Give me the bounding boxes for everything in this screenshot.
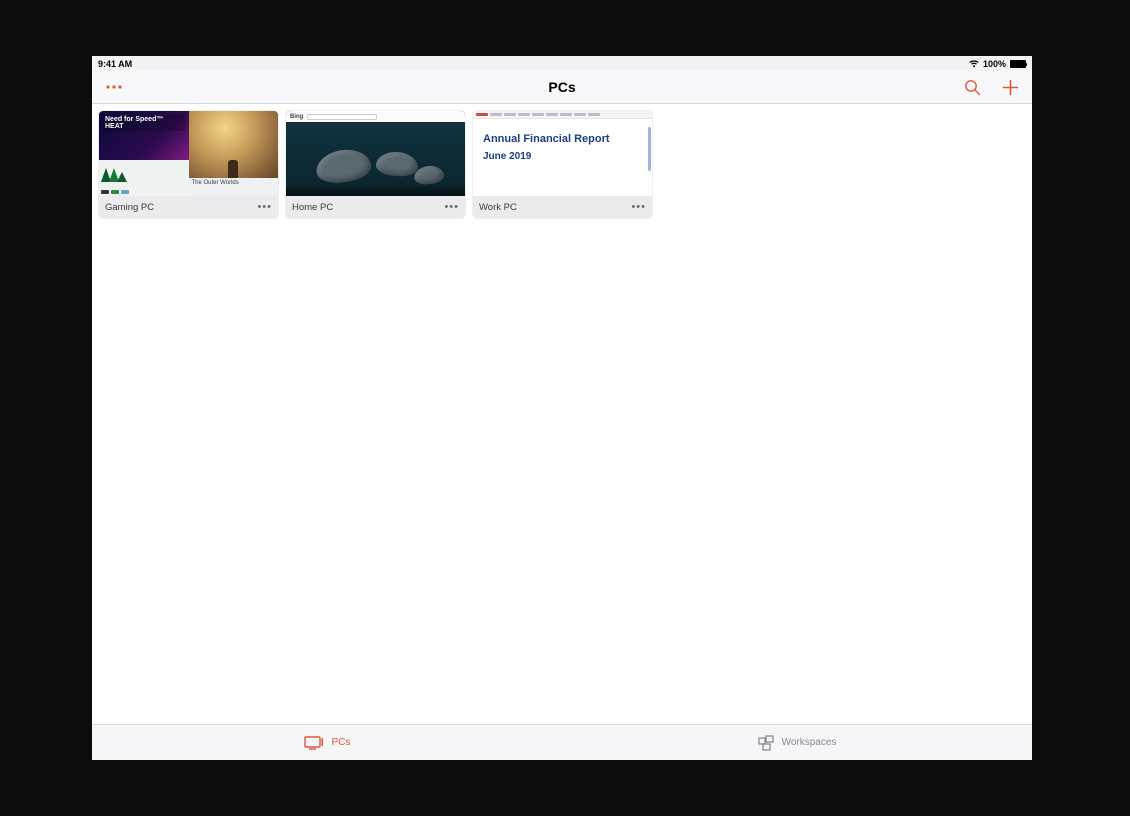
wifi-icon (969, 60, 979, 68)
pc-name: Home PC (292, 202, 333, 213)
pc-options-button[interactable]: ••• (257, 201, 272, 213)
pc-options-button[interactable]: ••• (444, 201, 459, 213)
tab-pcs[interactable]: PCs (92, 725, 562, 760)
pc-card-work[interactable]: Annual Financial Report June 2019 Work P… (473, 111, 652, 218)
status-right: 100% (969, 59, 1026, 69)
status-time: 9:41 AM (98, 59, 132, 69)
workspaces-icon (758, 735, 774, 751)
add-button[interactable] (1000, 77, 1020, 97)
monitor-icon (304, 736, 324, 750)
pc-options-button[interactable]: ••• (631, 201, 646, 213)
tab-bar: PCs Workspaces (92, 724, 1032, 760)
tab-label: Workspaces (782, 737, 837, 748)
thumb-text-nfs: Need for Speed™ HEAT (103, 115, 185, 131)
page-title: PCs (92, 79, 1032, 95)
tab-workspaces[interactable]: Workspaces (562, 725, 1032, 760)
pc-thumbnail: Bing (286, 111, 465, 196)
pc-thumbnail: Need for Speed™ HEAT The Outer Worlds (99, 111, 278, 196)
thumb-text-bing: Bing (290, 114, 303, 120)
status-bar: 9:41 AM 100% (92, 56, 1032, 71)
pc-card-home[interactable]: Bing Home PC ••• (286, 111, 465, 218)
thumb-text-outerworlds: The Outer Worlds (192, 180, 276, 186)
plus-icon (1002, 79, 1019, 96)
pc-card-footer: Gaming PC ••• (99, 196, 278, 218)
pc-grid: Need for Speed™ HEAT The Outer Worlds Ga… (92, 104, 1032, 724)
status-battery-pct: 100% (983, 59, 1006, 69)
tab-label: PCs (332, 737, 351, 748)
ellipsis-icon (105, 84, 123, 90)
more-button[interactable] (104, 77, 124, 97)
nav-bar: PCs (92, 71, 1032, 104)
pc-card-footer: Home PC ••• (286, 196, 465, 218)
thumb-doc-subtitle: June 2019 (483, 151, 642, 162)
pc-thumbnail: Annual Financial Report June 2019 (473, 111, 652, 196)
search-icon (964, 79, 981, 96)
pc-name: Gaming PC (105, 202, 154, 213)
thumb-doc-title: Annual Financial Report (483, 133, 642, 147)
search-button[interactable] (962, 77, 982, 97)
pc-card-footer: Work PC ••• (473, 196, 652, 218)
battery-icon (1010, 60, 1026, 68)
pc-name: Work PC (479, 202, 517, 213)
pc-card-gaming[interactable]: Need for Speed™ HEAT The Outer Worlds Ga… (99, 111, 278, 218)
app-window: 9:41 AM 100% PCs (92, 56, 1032, 760)
